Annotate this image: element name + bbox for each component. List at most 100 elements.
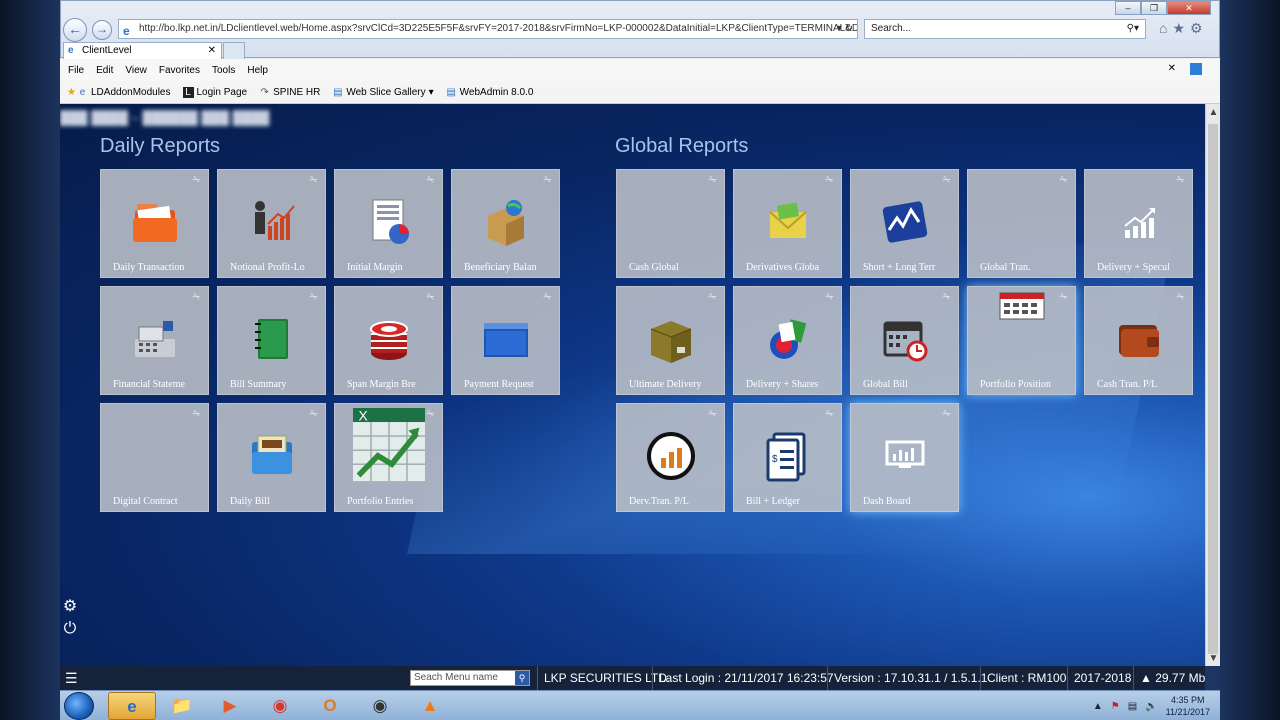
pin-icon[interactable]: ✂ [823, 408, 835, 422]
report-tile-initial-margin[interactable]: ✂ Initial Margin [334, 169, 443, 278]
close-menu-icon[interactable]: ✕ [1168, 63, 1176, 74]
pin-icon[interactable]: ✂ [190, 291, 202, 305]
network-icon[interactable]: ▤ [1128, 701, 1137, 712]
scroll-up-icon[interactable]: ▲ [1206, 107, 1221, 122]
pin-icon[interactable]: ✂ [541, 291, 553, 305]
pin-icon[interactable]: ✂ [1057, 174, 1069, 188]
pin-icon[interactable]: ✂ [1174, 291, 1186, 305]
fav-spine-hr[interactable]: ↷ SPINE HR [259, 87, 320, 98]
pin-icon[interactable]: ✂ [706, 174, 718, 188]
pin-icon[interactable]: ✂ [706, 291, 718, 305]
settings-gear-icon[interactable]: ⚙ [60, 596, 80, 616]
pin-icon[interactable]: ✂ [307, 408, 319, 422]
favorites-star-icon[interactable]: ★ [66, 87, 77, 98]
close-window-button[interactable]: ✕ [1167, 1, 1211, 15]
search-icon[interactable]: ⚲▾ [1127, 20, 1139, 38]
maximize-button[interactable]: ❐ [1141, 1, 1167, 15]
pin-icon[interactable]: ✂ [706, 408, 718, 422]
report-tile-ultimate-delivery[interactable]: ✂ Ultimate Delivery [616, 286, 725, 395]
tab-clientlevel[interactable]: e ClientLevel ✕ [63, 42, 222, 59]
refresh-icon[interactable]: ▾ ↻ [837, 20, 853, 38]
report-tile-bill-ledger[interactable]: ✂ $ Bill + Ledger [733, 403, 842, 512]
report-tile-daily-bill[interactable]: ✂ Daily Bill [217, 403, 326, 512]
hamburger-menu-icon[interactable]: ☰ [65, 670, 78, 687]
search-box[interactable]: Search... ⚲▾ [864, 19, 1146, 39]
report-tile-derv-tran-p-l[interactable]: ✂ Derv.Tran. P/L [616, 403, 725, 512]
pin-icon[interactable]: ✂ [1174, 174, 1186, 188]
pin-icon[interactable]: ✂ [940, 291, 952, 305]
explorer-taskbar-icon[interactable]: 📁 [158, 692, 206, 720]
report-tile-bill-summary[interactable]: ✂ Bill Summary [217, 286, 326, 395]
outlook-taskbar-icon[interactable]: O [306, 692, 354, 720]
report-tile-payment-request[interactable]: ✂ Payment Request [451, 286, 560, 395]
gear-icon[interactable]: ⚙ [1190, 20, 1208, 36]
addon-icon[interactable] [1190, 63, 1202, 75]
favorites-star-icon[interactable]: ★ [1172, 20, 1190, 36]
chrome-taskbar-icon[interactable]: ◉ [256, 692, 304, 720]
menu-favorites[interactable]: Favorites [159, 65, 200, 76]
report-tile-daily-transaction[interactable]: ✂ Daily Transaction [100, 169, 209, 278]
fav-ldaddonmodules[interactable]: e LDAddonModules [77, 87, 171, 98]
report-tile-global-tran[interactable]: ✂ Global Tran. [967, 169, 1076, 278]
vertical-scrollbar[interactable]: ▲ ▼ [1205, 104, 1220, 666]
pin-icon[interactable]: ✂ [823, 291, 835, 305]
report-tile-short-long-terr[interactable]: ✂ Short + Long Terr [850, 169, 959, 278]
fav-webadmin[interactable]: ▤ WebAdmin 8.0.0 [446, 87, 533, 98]
menu-edit[interactable]: Edit [96, 65, 113, 76]
address-bar[interactable]: e http://bo.lkp.net.in/LDclientlevel.web… [118, 19, 858, 39]
menu-help[interactable]: Help [247, 65, 268, 76]
report-tile-dash-board[interactable]: ✂ Dash Board [850, 403, 959, 512]
clock[interactable]: 4:35 PM 11/21/2017 [1166, 694, 1210, 718]
report-tile-delivery-specul[interactable]: ✂ Delivery + Specul [1084, 169, 1193, 278]
report-tile-digital-contract[interactable]: ✂ Digital Contract [100, 403, 209, 512]
pin-icon[interactable]: ✂ [1057, 291, 1069, 305]
report-tile-cash-tran-p-l[interactable]: ✂ Cash Tran. P/L [1084, 286, 1193, 395]
report-tile-portfolio-position[interactable]: ✂ Portfolio Position [967, 286, 1076, 395]
app-taskbar-icon[interactable]: ◉ [356, 692, 404, 720]
new-tab-button[interactable] [223, 42, 245, 59]
report-tile-notional-profit-lo[interactable]: ✂ Notional Profit-Lo [217, 169, 326, 278]
report-tile-portfolio-entries[interactable]: ✂ X Portfolio Entries [334, 403, 443, 512]
menu-view[interactable]: View [125, 65, 147, 76]
minimize-button[interactable]: – [1115, 1, 1141, 15]
tray-expand-icon[interactable]: ▲ [1093, 701, 1103, 712]
pin-icon[interactable]: ✂ [190, 408, 202, 422]
vlc-taskbar-icon[interactable]: ▲ [406, 692, 454, 720]
pin-icon[interactable]: ✂ [307, 174, 319, 188]
home-icon[interactable]: ⌂ [1159, 20, 1172, 36]
pin-icon[interactable]: ✂ [823, 174, 835, 188]
pin-icon[interactable]: ✂ [424, 408, 436, 422]
fav-web-slice-gallery[interactable]: ▤ Web Slice Gallery ▾ [332, 87, 434, 98]
pin-icon[interactable]: ✂ [424, 291, 436, 305]
report-tile-financial-stateme[interactable]: ✂ Financial Stateme [100, 286, 209, 395]
start-button[interactable] [64, 692, 94, 720]
power-icon[interactable]: ⏻ [60, 620, 80, 638]
fav-login-page[interactable]: L Login Page [182, 86, 247, 98]
back-button[interactable]: ← [63, 18, 87, 42]
menu-file[interactable]: File [68, 65, 84, 76]
menu-tools[interactable]: Tools [212, 65, 235, 76]
search-menu-button[interactable]: ⚲ [515, 671, 529, 685]
pin-icon[interactable]: ✂ [190, 174, 202, 188]
action-center-icon[interactable]: ⚑ [1111, 701, 1120, 712]
close-tab-icon[interactable]: ✕ [208, 43, 216, 59]
cash-register-icon [135, 321, 175, 357]
ie-taskbar-icon[interactable]: e [108, 692, 156, 720]
report-tile-beneficiary-balan[interactable]: ✂ Beneficiary Balan [451, 169, 560, 278]
search-menu-input[interactable]: Seach Menu name [410, 670, 530, 686]
envelope-icon [769, 202, 807, 238]
scroll-thumb[interactable] [1208, 124, 1218, 654]
volume-icon[interactable]: 🔊 [1145, 701, 1157, 712]
pin-icon[interactable]: ✂ [940, 408, 952, 422]
report-tile-span-margin-bre[interactable]: ✂ Span Margin Bre [334, 286, 443, 395]
report-tile-global-bill[interactable]: ✂ Global Bill [850, 286, 959, 395]
report-tile-delivery-shares[interactable]: ✂ Delivery + Shares [733, 286, 842, 395]
pin-icon[interactable]: ✂ [940, 174, 952, 188]
report-tile-derivatives-globa[interactable]: ✂ Derivatives Globa [733, 169, 842, 278]
pin-icon[interactable]: ✂ [307, 291, 319, 305]
forward-button[interactable]: → [92, 20, 112, 40]
media-player-taskbar-icon[interactable]: ▶ [206, 692, 254, 720]
pin-icon[interactable]: ✂ [424, 174, 436, 188]
pin-icon[interactable]: ✂ [541, 174, 553, 188]
report-tile-cash-global[interactable]: ✂ Cash Global [616, 169, 725, 278]
